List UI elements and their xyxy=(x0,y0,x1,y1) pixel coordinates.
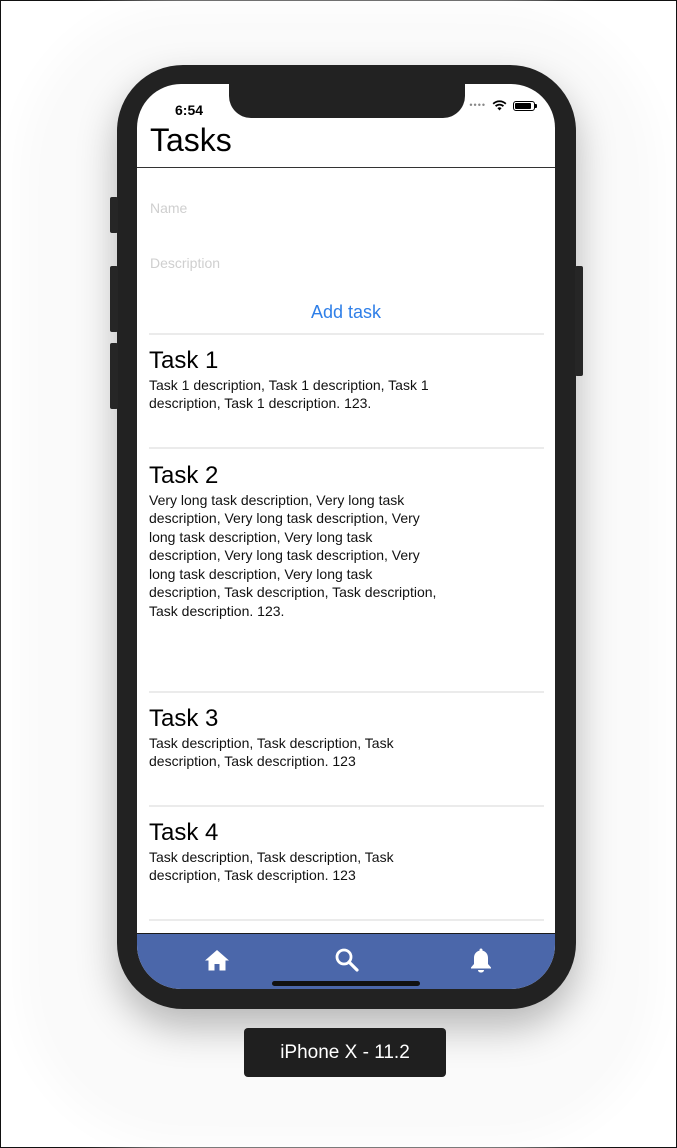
home-icon xyxy=(205,950,229,971)
task-title: Task 1 xyxy=(149,347,219,374)
task-item[interactable]: Task 1 Task 1 description, Task 1 descri… xyxy=(149,347,439,413)
battery-icon xyxy=(513,100,537,111)
task-content[interactable]: Add task Task 1 Task 1 description, Task… xyxy=(137,168,555,933)
description-input[interactable] xyxy=(150,255,530,271)
bell-icon xyxy=(471,948,491,973)
add-task-button[interactable]: Add task xyxy=(137,302,555,323)
tab-home[interactable] xyxy=(201,944,233,976)
tab-notifications[interactable] xyxy=(465,944,497,976)
search-icon xyxy=(335,948,359,972)
app-screen: 6:54 •••• Tasks Add task Task 1 Task 1 d… xyxy=(137,84,555,989)
task-title: Task 2 xyxy=(149,462,219,489)
volume-down-button xyxy=(110,343,118,409)
power-button xyxy=(575,266,583,376)
divider xyxy=(149,333,544,335)
home-indicator[interactable] xyxy=(272,981,420,986)
wifi-icon xyxy=(492,100,507,111)
divider xyxy=(149,691,544,693)
notch xyxy=(229,84,465,118)
task-title: Task 3 xyxy=(149,705,219,732)
silent-switch xyxy=(110,197,118,233)
divider xyxy=(149,805,544,807)
tab-search[interactable] xyxy=(331,944,363,976)
volume-up-button xyxy=(110,266,118,332)
divider xyxy=(149,919,544,921)
task-description: Very long task description, Very long ta… xyxy=(149,491,437,619)
page-title: Tasks xyxy=(150,122,232,158)
status-icons: •••• xyxy=(469,100,537,111)
divider xyxy=(149,447,544,449)
task-description: Task description, Task description, Task… xyxy=(149,848,394,884)
task-description: Task 1 description, Task 1 description, … xyxy=(149,376,429,412)
signal-dots-icon: •••• xyxy=(469,100,486,110)
name-input[interactable] xyxy=(150,200,530,216)
device-label: iPhone X - 11.2 xyxy=(244,1028,446,1077)
task-item[interactable]: Task 2 Very long task description, Very … xyxy=(149,462,439,620)
task-item[interactable]: Task 3 Task description, Task descriptio… xyxy=(149,705,439,771)
task-description: Task description, Task description, Task… xyxy=(149,734,394,770)
status-time: 6:54 xyxy=(175,102,204,118)
task-item[interactable]: Task 4 Task description, Task descriptio… xyxy=(149,819,439,885)
task-title: Task 4 xyxy=(149,819,219,846)
